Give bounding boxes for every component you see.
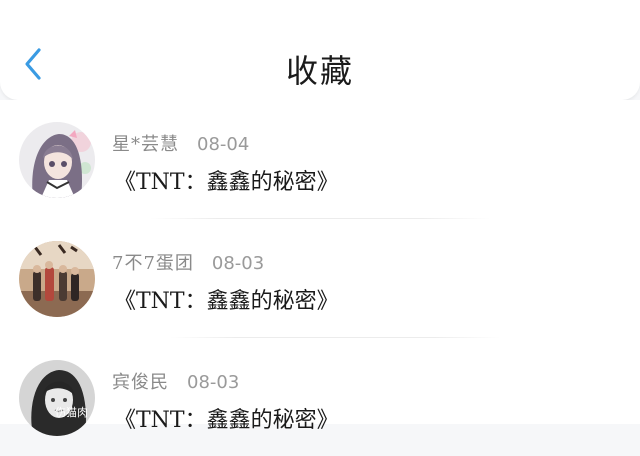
item-date: 08-03 [187,372,240,393]
item-meta: 宾俊民 08-03 [112,368,239,394]
item-date: 08-03 [211,253,265,274]
item-date: 08-04 [197,134,250,155]
item-title[interactable]: 《TNT：鑫鑫的秘密》 [114,283,339,315]
list-item[interactable]: 伤猫肉 宾俊民 08-03 《TNT：鑫鑫的秘密》 [0,338,640,456]
item-title[interactable]: 《TNT：鑫鑫的秘密》 [114,402,339,434]
list-item[interactable]: 7不7蛋团 08-03 《TNT：鑫鑫的秘密》 [0,219,640,338]
favorites-list: 星*芸慧 08-04 《TNT：鑫鑫的秘密》 7不7蛋团 08-03 《TNT：… [0,100,640,436]
avatar-caption: 伤猫肉 [55,406,88,419]
user-name: 宾俊民 [112,372,169,393]
avatar[interactable]: 伤猫肉 [19,360,95,436]
user-name: 星*芸慧 [112,134,179,155]
page-title: 收藏 [285,52,354,90]
user-name: 7不7蛋团 [112,253,194,274]
avatar[interactable] [19,241,95,317]
avatar[interactable] [19,122,95,198]
app-header: 收藏 [0,0,640,100]
item-meta: 星*芸慧 08-04 [112,130,249,156]
item-meta: 7不7蛋团 08-03 [112,249,264,275]
list-item[interactable]: 星*芸慧 08-04 《TNT：鑫鑫的秘密》 [0,100,640,219]
item-title[interactable]: 《TNT：鑫鑫的秘密》 [114,164,339,196]
